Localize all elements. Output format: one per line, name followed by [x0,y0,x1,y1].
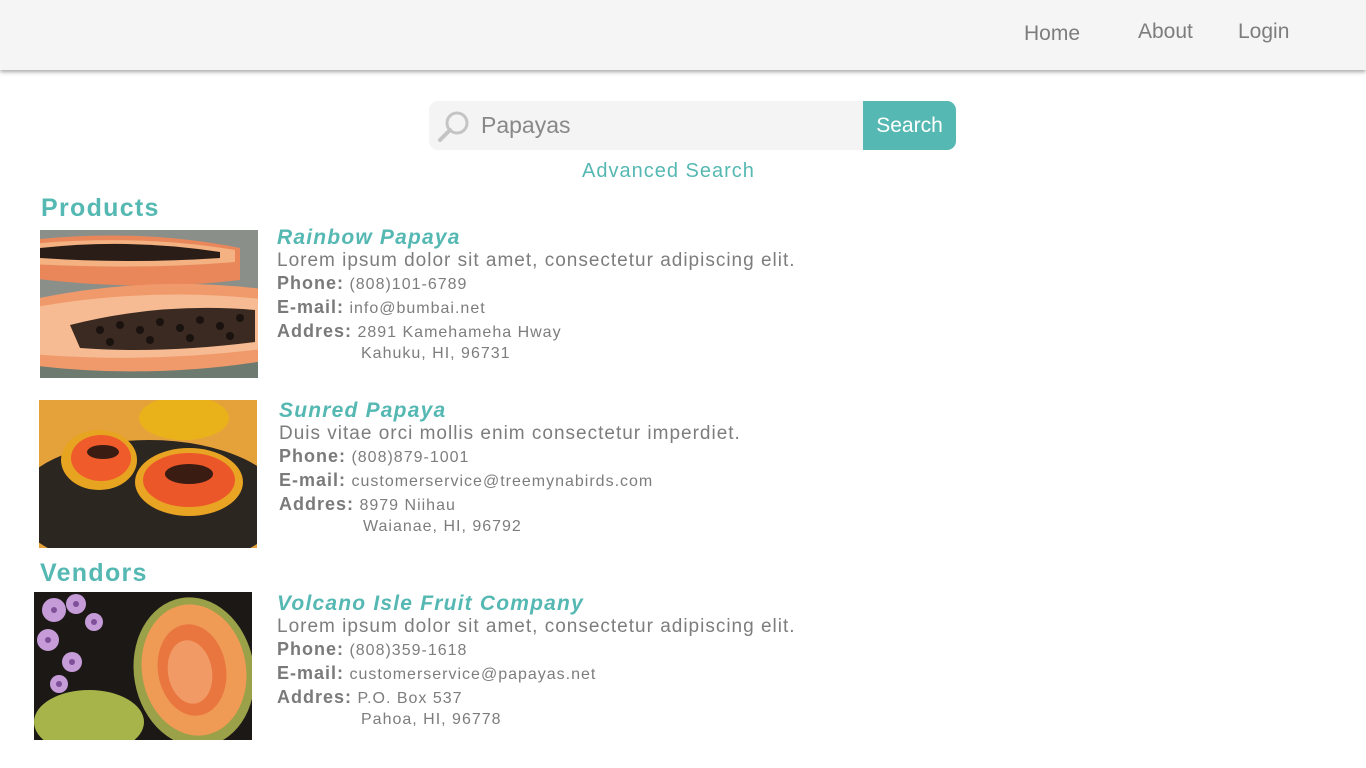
address-line2: Waianae, HI, 96792 [363,518,522,535]
search-input[interactable] [481,101,851,150]
search-button[interactable]: Search [863,101,956,150]
product-description: Lorem ipsum dolor sit amet, consectetur … [277,250,796,271]
email-value: customerservice@treemynabirds.com [351,473,654,490]
product-email: E-mail: customerservice@treemynabirds.co… [279,469,979,493]
address-line1: 2891 Kamehameha Hway [357,324,562,341]
products-heading: Products [41,194,160,222]
nav-home-link[interactable]: Home [1024,22,1080,46]
product-email: E-mail: info@bumbai.net [277,296,977,320]
email-label: E-mail: [279,470,347,490]
vendor-description: Lorem ipsum dolor sit amet, consectetur … [277,616,796,637]
phone-value: (808)101-6789 [349,276,468,293]
phone-label: Phone: [277,273,344,293]
product-address: Addres: 8979 Niihau [279,493,979,517]
phone-label: Phone: [277,639,344,659]
vendor-phone: Phone: (808)359-1618 [277,638,977,662]
vendor-address: Addres: P.O. Box 537 [277,686,977,710]
email-label: E-mail: [277,297,345,317]
advanced-search-link[interactable]: Advanced Search [582,160,755,183]
email-value: info@bumbai.net [349,300,486,317]
product-image-sunred-papaya[interactable] [39,400,257,548]
product-image-rainbow-papaya[interactable] [40,230,258,378]
address-line2: Pahoa, HI, 96778 [361,711,502,728]
address-line2: Kahuku, HI, 96731 [361,345,511,362]
phone-label: Phone: [279,446,346,466]
address-label: Addres: [277,321,353,341]
product-address: Addres: 2891 Kamehameha Hway [277,320,977,344]
vendor-title[interactable]: Volcano Isle Fruit Company [277,592,584,615]
product-phone: Phone: (808)879-1001 [279,445,979,469]
search-bar: Search [429,101,956,150]
address-line1: P.O. Box 537 [357,690,463,707]
top-nav-bar: Home About Login [0,0,1366,70]
product-description: Duis vitae orci mollis enim consectetur … [279,423,741,444]
vendor-entry: Volcano Isle Fruit Company Lorem ipsum d… [277,592,977,730]
phone-value: (808)879-1001 [351,449,470,466]
address-label: Addres: [279,494,355,514]
product-entry: Sunred Papaya Duis vitae orci mollis eni… [279,399,979,537]
address-line1: 8979 Niihau [359,497,456,514]
product-title[interactable]: Sunred Papaya [279,399,446,422]
product-phone: Phone: (808)101-6789 [277,272,977,296]
product-title[interactable]: Rainbow Papaya [277,226,461,249]
address-label: Addres: [277,687,353,707]
nav-login-link[interactable]: Login [1238,20,1289,44]
search-field-container [429,101,863,150]
search-icon [437,110,471,142]
vendor-email: E-mail: customerservice@papayas.net [277,662,977,686]
vendors-heading: Vendors [40,559,148,587]
email-label: E-mail: [277,663,345,683]
phone-value: (808)359-1618 [349,642,468,659]
email-value: customerservice@papayas.net [349,666,597,683]
vendor-image-volcano-isle[interactable] [34,592,252,740]
nav-about-link[interactable]: About [1138,20,1193,44]
product-entry: Rainbow Papaya Lorem ipsum dolor sit ame… [277,226,977,364]
